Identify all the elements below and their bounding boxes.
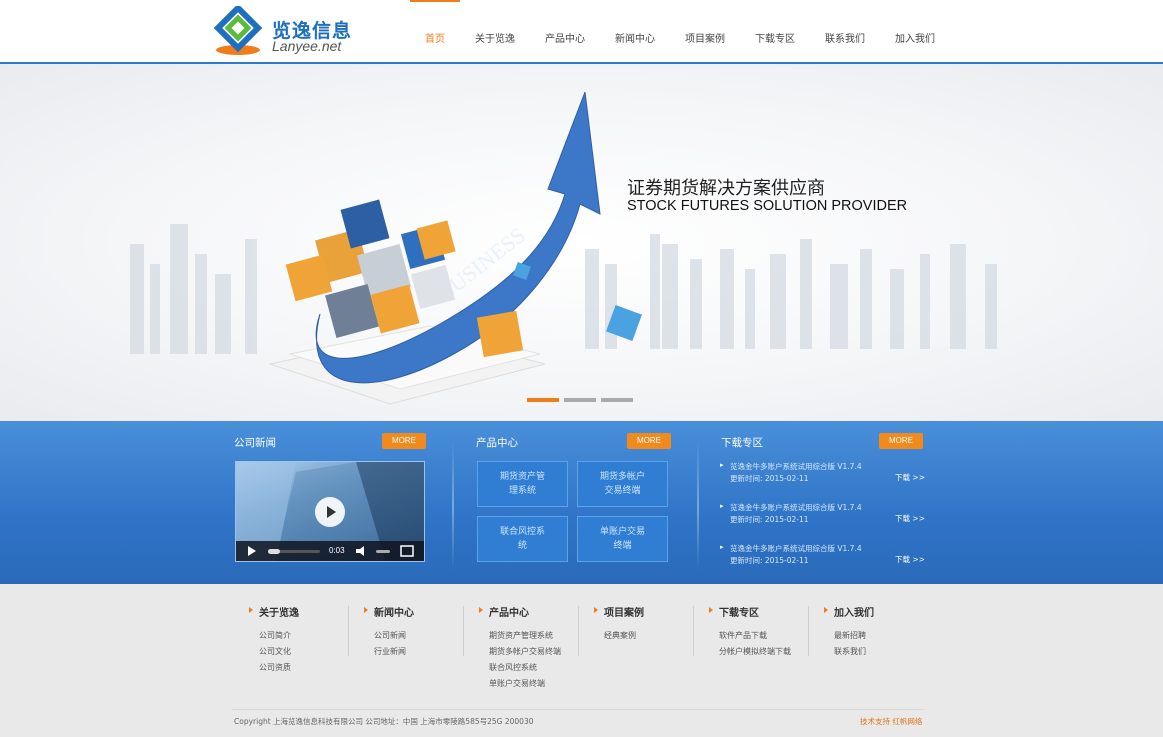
nav-contact[interactable]: 联系我们 — [810, 0, 880, 62]
products-title: 产品中心 — [476, 437, 518, 449]
site-footer: 关于览逸 公司简介 公司文化 公司资质 新闻中心 公司新闻 行业新闻 产品中心 … — [0, 584, 1163, 737]
download-item: 览逸金牛多账户系统试用综合版 V1.7.4 更新时间: 2015-02-11 下… — [720, 543, 925, 569]
footer-divider — [232, 709, 924, 710]
footer-link[interactable]: 联合风控系统 — [479, 660, 589, 676]
hero-banner[interactable]: BUSINESS 证券期货解决方案供应商 STOCK FUTURES SOLUT… — [0, 64, 1163, 421]
info-band: 公司新闻 MORE 0:03 产品中心 MORE 期货资产管理系统 期货多帐户交… — [0, 421, 1163, 584]
nav-news[interactable]: 新闻中心 — [600, 0, 670, 62]
footer-col-title: 下载专区 — [709, 604, 819, 619]
product-risk-control[interactable]: 联合风控系统 — [477, 516, 568, 562]
slider-dot-2[interactable] — [564, 398, 596, 402]
logo-icon — [213, 3, 263, 55]
download-date: 更新时间: 2015-02-11 — [730, 556, 809, 565]
footer-col-about: 关于览逸 公司简介 公司文化 公司资质 — [249, 604, 359, 676]
footer-separator — [693, 606, 694, 656]
footer-separator — [463, 606, 464, 656]
footer-link[interactable]: 软件产品下载 — [709, 628, 819, 644]
footer-separator — [578, 606, 579, 656]
video-controls: 0:03 — [236, 541, 424, 561]
footer-col-downloads: 下载专区 软件产品下载 分帐户模拟终端下载 — [709, 604, 819, 660]
download-item: 览逸金牛多账户系统试用综合版 V1.7.4 更新时间: 2015-02-11 下… — [720, 461, 925, 487]
band-divider-2 — [697, 441, 699, 571]
footer-link[interactable]: 单账户交易终端 — [479, 676, 589, 692]
nav-cases[interactable]: 项目案例 — [670, 0, 740, 62]
news-more-button[interactable]: MORE — [382, 433, 426, 449]
product-single-account[interactable]: 单账户交易终端 — [577, 516, 668, 562]
product-multi-account[interactable]: 期货多帐户交易终端 — [577, 461, 668, 507]
video-player[interactable]: 0:03 — [235, 461, 425, 562]
band-divider-1 — [452, 441, 454, 571]
nav-home[interactable]: 首页 — [410, 0, 460, 62]
footer-col-title: 关于览逸 — [249, 604, 359, 619]
footer-link[interactable]: 公司简介 — [249, 628, 359, 644]
download-link[interactable]: 下载 >> — [895, 554, 925, 565]
tech-support-link[interactable]: 技术支持 红帆网络 — [860, 716, 922, 727]
footer-link[interactable]: 联系我们 — [824, 644, 934, 660]
volume-icon — [356, 546, 364, 556]
logo[interactable]: 览逸信息 Lanyee.net — [213, 3, 354, 58]
footer-col-cases: 项目案例 经典案例 — [594, 604, 704, 644]
footer-col-title: 项目案例 — [594, 604, 704, 619]
nav-downloads[interactable]: 下载专区 — [740, 0, 810, 62]
footer-link[interactable]: 期货资产管理系统 — [479, 628, 589, 644]
site-header: 览逸信息 Lanyee.net 首页 关于览逸 产品中心 新闻中心 项目案例 下… — [0, 0, 1163, 62]
footer-link[interactable]: 经典案例 — [594, 628, 704, 644]
nav-products[interactable]: 产品中心 — [530, 0, 600, 62]
footer-link[interactable]: 公司资质 — [249, 660, 359, 676]
nav-join[interactable]: 加入我们 — [880, 0, 950, 62]
fullscreen-icon — [400, 545, 414, 557]
download-name[interactable]: 览逸金牛多账户系统试用综合版 V1.7.4 — [720, 461, 862, 472]
downloads-more-button[interactable]: MORE — [879, 433, 923, 449]
slider-dots — [527, 398, 633, 402]
footer-col-products: 产品中心 期货资产管理系统 期货多帐户交易终端 联合风控系统 单账户交易终端 — [479, 604, 589, 692]
download-date: 更新时间: 2015-02-11 — [730, 515, 809, 524]
download-link[interactable]: 下载 >> — [895, 472, 925, 483]
products-more-button[interactable]: MORE — [627, 433, 671, 449]
footer-separator — [348, 606, 349, 656]
play-control-icon — [248, 546, 256, 556]
banner-illustration: BUSINESS — [130, 91, 997, 405]
banner-title-en: STOCK FUTURES SOLUTION PROVIDER — [627, 198, 908, 214]
download-item: 览逸金牛多账户系统试用综合版 V1.7.4 更新时间: 2015-02-11 下… — [720, 502, 925, 528]
video-time: 0:03 — [329, 546, 345, 555]
footer-link[interactable]: 期货多帐户交易终端 — [479, 644, 589, 660]
footer-col-join: 加入我们 最新招聘 联系我们 — [824, 604, 934, 660]
news-title: 公司新闻 — [234, 437, 276, 449]
download-link[interactable]: 下载 >> — [895, 513, 925, 524]
slider-dot-1[interactable] — [527, 398, 559, 402]
footer-col-title: 加入我们 — [824, 604, 934, 619]
footer-link[interactable]: 行业新闻 — [364, 644, 474, 660]
footer-col-title: 产品中心 — [479, 604, 589, 619]
copyright-text: Copyright 上海览逸信息科技有限公司 公司地址：中国 上海市零陵路585… — [234, 717, 534, 726]
footer-link[interactable]: 公司文化 — [249, 644, 359, 660]
logo-text-en: Lanyee.net — [272, 38, 342, 54]
play-icon[interactable] — [315, 497, 345, 527]
footer-col-news: 新闻中心 公司新闻 行业新闻 — [364, 604, 474, 660]
downloads-title: 下载专区 — [721, 437, 763, 449]
download-name[interactable]: 览逸金牛多账户系统试用综合版 V1.7.4 — [720, 502, 862, 513]
footer-col-title: 新闻中心 — [364, 604, 474, 619]
banner-title-cn: 证券期货解决方案供应商 — [627, 178, 825, 199]
product-asset-mgmt[interactable]: 期货资产管理系统 — [477, 461, 568, 507]
download-name[interactable]: 览逸金牛多账户系统试用综合版 V1.7.4 — [720, 543, 862, 554]
footer-link[interactable]: 公司新闻 — [364, 628, 474, 644]
slider-dot-3[interactable] — [601, 398, 633, 402]
footer-link[interactable]: 最新招聘 — [824, 628, 934, 644]
footer-link[interactable]: 分帐户模拟终端下载 — [709, 644, 819, 660]
footer-separator — [808, 606, 809, 656]
download-date: 更新时间: 2015-02-11 — [730, 474, 809, 483]
nav-about[interactable]: 关于览逸 — [460, 0, 530, 62]
main-nav: 首页 关于览逸 产品中心 新闻中心 项目案例 下载专区 联系我们 加入我们 — [410, 0, 950, 62]
